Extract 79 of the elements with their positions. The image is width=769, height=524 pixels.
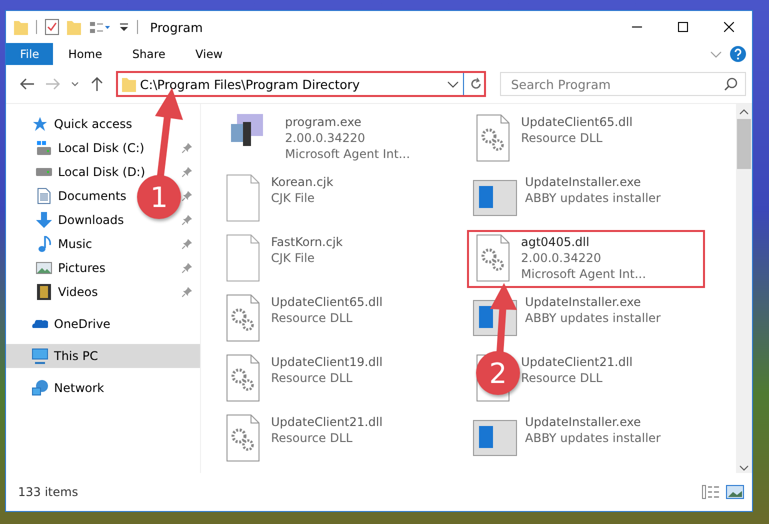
document-icon <box>36 188 52 204</box>
sidebar-item[interactable]: Network <box>32 380 104 396</box>
file-name[interactable]: UpdateInstaller.exe <box>525 294 661 310</box>
installer-icon <box>473 420 517 456</box>
file-name[interactable]: UpdateClient65.dll <box>521 114 633 130</box>
file-name[interactable]: UpdateClient21.dll <box>271 414 383 430</box>
sidebar-item[interactable]: Documents <box>36 188 126 204</box>
drive-icon <box>36 168 52 176</box>
search-icon <box>724 77 738 91</box>
address-field[interactable]: C:\Program Files\Program Directory <box>116 71 486 97</box>
sidebar-item[interactable]: Videos <box>36 284 98 300</box>
file-name[interactable]: program.exe <box>285 114 410 130</box>
sidebar-item[interactable]: Pictures <box>36 260 106 276</box>
tiles-view-icon[interactable] <box>726 485 744 499</box>
forward-arrow-icon <box>46 78 60 90</box>
installer-icon <box>473 180 517 216</box>
view-icon[interactable] <box>89 21 111 33</box>
cloud-icon <box>32 320 48 328</box>
file-name[interactable]: Korean.cjk <box>271 174 334 190</box>
scroll-down-icon[interactable] <box>739 465 749 471</box>
file-name[interactable]: UpdateInstaller.exe <box>525 414 661 430</box>
file-detail: 2.00.0.34220 <box>521 250 602 266</box>
item-count: 133 items <box>18 485 78 499</box>
file-name[interactable]: FastKorn.cjk <box>271 234 343 250</box>
scrollbar-thumb[interactable] <box>737 119 751 169</box>
music-note-icon <box>36 236 52 252</box>
file-name[interactable]: agt0405.dll <box>521 234 646 250</box>
film-icon <box>36 284 52 300</box>
window-title: Program <box>150 20 203 34</box>
close-icon <box>724 22 734 32</box>
dropdown-icon[interactable] <box>447 80 459 88</box>
up-arrow-icon <box>91 77 103 91</box>
drive-icon <box>36 140 52 156</box>
file-detail: Resource DLL <box>521 370 604 386</box>
maximize-icon <box>678 22 688 32</box>
properties-icon[interactable] <box>45 19 59 35</box>
sidebar-item[interactable]: OneDrive <box>32 316 110 332</box>
file-detail: 2.00.0.34220 <box>285 130 366 146</box>
minimize-icon <box>632 26 642 28</box>
sidebar-item[interactable]: Downloads <box>36 212 124 228</box>
sidebar-item[interactable]: Local Disk (C:) <box>36 140 144 156</box>
chevron-icon[interactable] <box>710 50 722 58</box>
monitor-icon <box>32 348 48 364</box>
file-name[interactable]: UpdateClient21.dll <box>521 354 633 370</box>
search-field[interactable]: Search Program <box>500 72 746 96</box>
network-icon <box>32 380 48 396</box>
star-icon <box>32 116 48 132</box>
back-arrow-icon <box>20 78 34 90</box>
picture-icon <box>36 260 52 276</box>
scroll-up-icon[interactable] <box>739 109 749 115</box>
help-icon[interactable] <box>730 46 746 62</box>
file-detail: ABBY updates installer <box>525 310 661 326</box>
file-detail: Microsoft Agent Int... <box>285 146 410 162</box>
sidebar-item[interactable]: This PC <box>32 348 98 364</box>
download-icon <box>36 212 52 228</box>
file-detail: Resource DLL <box>521 130 604 146</box>
folder-icon <box>122 76 136 92</box>
ribbon-tab[interactable]: View <box>180 43 238 65</box>
scrollbar[interactable] <box>736 104 752 473</box>
file-detail: Resource DLL <box>271 310 354 326</box>
file-name[interactable]: UpdateInstaller.exe <box>525 174 661 190</box>
file-detail: CJK File <box>271 250 316 266</box>
file-name[interactable]: UpdateClient65.dll <box>271 294 383 310</box>
chevron-icon <box>71 82 79 86</box>
file-detail: CJK File <box>271 190 316 206</box>
file-name[interactable]: UpdateClient19.dll <box>271 354 383 370</box>
file-detail: Resource DLL <box>271 430 354 446</box>
file-menu-button[interactable]: File <box>6 43 54 65</box>
ribbon-tab[interactable]: Home <box>53 43 118 65</box>
sidebar-item[interactable]: Music <box>36 236 92 252</box>
customize-icon[interactable] <box>119 22 129 32</box>
file-detail: ABBY updates installer <box>525 190 661 206</box>
file-detail: Microsoft Agent Int... <box>521 266 646 282</box>
program-icon <box>231 114 263 146</box>
file-detail: ABBY updates installer <box>525 430 661 446</box>
sidebar-item[interactable]: Quick access <box>32 116 132 132</box>
file-detail: Resource DLL <box>271 370 354 386</box>
ribbon-tab[interactable]: Share <box>117 43 180 65</box>
details-view-icon[interactable] <box>702 485 720 499</box>
